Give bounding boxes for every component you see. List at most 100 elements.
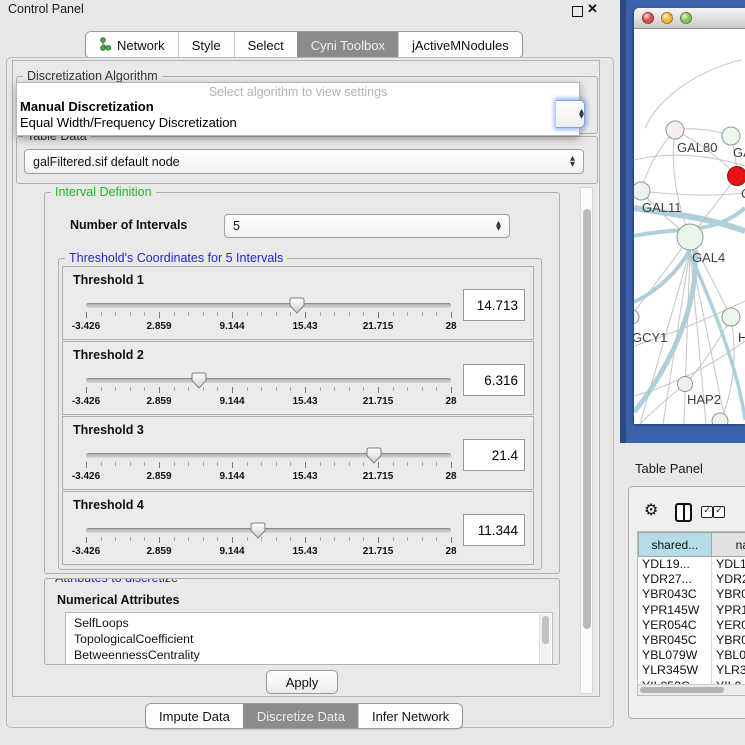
tab-jactivemnodules[interactable]: jActiveMNodules [398, 32, 522, 58]
column-header-shared-name[interactable]: shared... [638, 532, 712, 557]
checkbox-checked-icon[interactable]: ✓ [701, 506, 713, 518]
network-node-c[interactable] [728, 167, 745, 186]
network-node-gcy1[interactable] [634, 310, 639, 324]
cell-shared-name[interactable]: YBR043C [638, 587, 712, 602]
tick-label: 9.144 [219, 471, 244, 482]
bottom-tab-bar: Impute DataDiscretize DataInfer Network [145, 703, 463, 729]
attribute-item-topologicalcoefficient[interactable]: TopologicalCoefficient [74, 631, 552, 647]
threshold-value-input[interactable] [463, 439, 525, 471]
network-node-gal4[interactable] [677, 224, 703, 250]
table-hscrollbar-thumb[interactable] [640, 687, 724, 693]
slider-thumb[interactable] [191, 372, 207, 389]
cell-shared-name[interactable]: YDR27... [638, 572, 712, 587]
cell-name[interactable]: YDR2 [712, 572, 745, 587]
cell-name[interactable]: YBR0 [712, 633, 745, 648]
attribute-item-betweennesscentrality[interactable]: BetweennessCentrality [74, 647, 552, 663]
attributes-scrollbar[interactable] [539, 614, 551, 665]
checkbox-checked-icon[interactable]: ✓ [713, 506, 725, 518]
table-row[interactable]: YBL079WYBL0 [638, 648, 745, 663]
table-row[interactable]: YPR145WYPR1 [638, 603, 745, 618]
cell-name[interactable]: YPR1 [712, 603, 745, 618]
minor-tick [217, 462, 218, 466]
table-row[interactable]: YER054CYER0 [638, 618, 745, 633]
slider-track[interactable] [86, 378, 451, 383]
slider-thumb[interactable] [289, 297, 305, 314]
cell-shared-name[interactable]: YBL079W [638, 648, 712, 663]
slider-thumb[interactable] [366, 447, 382, 464]
cell-name[interactable]: YER0 [712, 618, 745, 633]
threshold-value-input[interactable] [463, 289, 525, 321]
algorithm-combo[interactable]: ▲▼ [556, 100, 585, 128]
cell-shared-name[interactable]: YLR345W [638, 663, 712, 678]
minor-tick [115, 387, 116, 391]
minor-tick [276, 462, 277, 466]
network-node-label: GA [733, 145, 745, 160]
main-scrollbar-thumb[interactable] [583, 209, 591, 629]
tick-label: 9.144 [219, 546, 244, 557]
cell-shared-name[interactable]: YPR145W [638, 603, 712, 618]
network-node-ga[interactable] [722, 127, 740, 145]
tab-discretize-data[interactable]: Discretize Data [243, 704, 358, 728]
threshold-slider[interactable]: -3.4262.8599.14415.4321.71528 [78, 297, 460, 337]
algorithm-placeholder: Select algorithm to view settings [17, 85, 579, 99]
traffic-light-close-icon[interactable] [642, 12, 654, 24]
cell-shared-name[interactable]: YBR045C [638, 633, 712, 648]
split-columns-icon[interactable] [675, 503, 692, 522]
gear-icon[interactable]: ⚙ [644, 502, 658, 518]
threshold-slider[interactable]: -3.4262.8599.14415.4321.71528 [78, 372, 460, 412]
threshold-value-input[interactable] [463, 514, 525, 546]
slider-track[interactable] [86, 528, 451, 533]
main-scrollbar[interactable] [580, 187, 593, 694]
threshold-value-input[interactable] [463, 364, 525, 396]
tick-label: 21.715 [363, 546, 394, 557]
tab-network[interactable]: Network [86, 32, 178, 58]
apply-button[interactable]: Apply [266, 670, 338, 694]
tab-style[interactable]: Style [178, 32, 234, 58]
table-row[interactable]: YLR345WYLR3 [638, 663, 745, 678]
minor-tick [101, 537, 102, 541]
network-node-hap2[interactable] [678, 377, 693, 392]
cell-shared-name[interactable]: YER054C [638, 618, 712, 633]
cell-name[interactable]: YBL0 [712, 648, 745, 663]
number-of-intervals-combo[interactable]: 5 ▲▼ [224, 214, 510, 238]
column-header-name[interactable]: na [712, 532, 745, 557]
network-node-gal80[interactable] [666, 121, 684, 139]
network-canvas[interactable]: GAL80GACGAL11GAL4GCY1HHAP2 [634, 29, 745, 424]
attributes-list: SelfLoopsTopologicalCoefficientBetweenne… [66, 615, 552, 663]
threshold-slider[interactable]: -3.4262.8599.14415.4321.71528 [78, 522, 460, 562]
table-row[interactable]: YDR27...YDR2 [638, 572, 745, 587]
tab-cyni-toolbox[interactable]: Cyni Toolbox [297, 32, 398, 58]
table-data-combo[interactable]: galFiltered.sif default node ▲▼ [24, 149, 584, 174]
slider-track[interactable] [86, 303, 451, 308]
close-icon[interactable]: ✕ [587, 1, 598, 17]
tab-infer-network[interactable]: Infer Network [358, 704, 462, 728]
major-tick [159, 387, 160, 393]
cell-name[interactable]: YLR3 [712, 663, 745, 678]
network-node-gal11[interactable] [634, 182, 650, 200]
slider-track[interactable] [86, 453, 451, 458]
cell-shared-name[interactable]: YDL19... [638, 557, 712, 572]
attribute-item-selfloops[interactable]: SelfLoops [74, 615, 552, 631]
network-window-titlebar[interactable] [634, 8, 745, 29]
table-hscrollbar[interactable] [638, 684, 745, 695]
minor-tick [276, 387, 277, 391]
table-row[interactable]: YDL19...YDL1 [638, 557, 745, 572]
network-node-label: GCY1 [634, 330, 667, 345]
float-window-icon[interactable] [572, 6, 583, 17]
table-row[interactable]: YBR045CYBR0 [638, 633, 745, 648]
cell-name[interactable]: YBR0 [712, 587, 745, 602]
traffic-light-minimize-icon[interactable] [661, 12, 673, 24]
slider-thumb[interactable] [250, 522, 266, 539]
attributes-scrollbar-thumb[interactable] [542, 616, 549, 644]
tab-select[interactable]: Select [234, 32, 297, 58]
algorithm-option-manual-discretization[interactable]: Manual Discretization [17, 99, 579, 115]
tab-impute-data[interactable]: Impute Data [146, 704, 243, 728]
network-node[interactable] [712, 413, 728, 424]
cell-name[interactable]: YDL1 [712, 557, 745, 572]
traffic-light-zoom-icon[interactable] [680, 12, 692, 24]
table-row[interactable]: YBR043CYBR0 [638, 587, 745, 602]
network-graph[interactable]: GAL80GACGAL11GAL4GCY1HHAP2 [634, 29, 745, 424]
threshold-slider[interactable]: -3.4262.8599.14415.4321.71528 [78, 447, 460, 487]
algorithm-option-equal-width-frequency-discretization[interactable]: Equal Width/Frequency Discretization [17, 115, 579, 131]
network-node-h[interactable] [722, 308, 740, 326]
